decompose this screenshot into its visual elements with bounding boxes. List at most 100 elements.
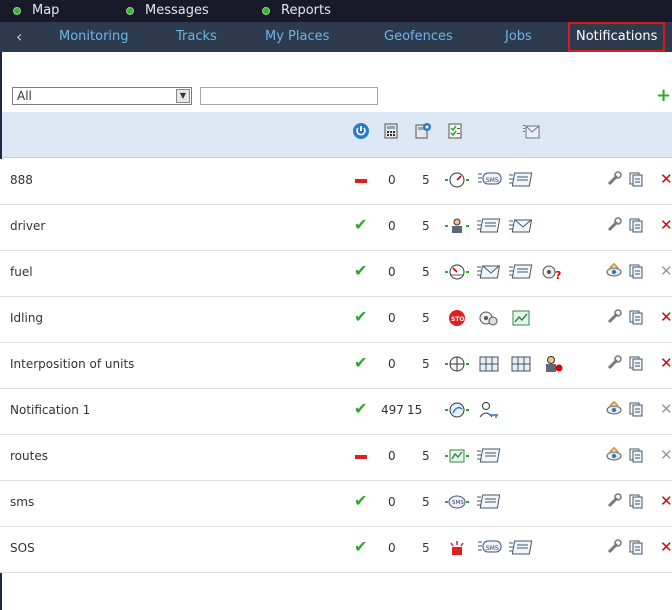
table-row[interactable]: driver ✔ 0 5 ✕	[0, 205, 672, 251]
enabled-check-icon[interactable]: ✔	[354, 537, 367, 556]
driver-icon	[540, 355, 566, 373]
notification-name[interactable]: driver	[10, 219, 45, 233]
trigger-driver-icon	[444, 217, 470, 235]
view-icon[interactable]	[606, 400, 622, 417]
table-row[interactable]: Notification 1 ✔ 497 15 ✕	[0, 389, 672, 435]
copy-icon[interactable]	[628, 263, 644, 279]
wrench-icon[interactable]	[606, 171, 622, 187]
table-row[interactable]: SOS ✔ 0 5 SMS ✕	[0, 527, 672, 573]
enabled-check-icon[interactable]: ✔	[354, 307, 367, 326]
max-count: 5	[422, 541, 430, 555]
trigger-count: 0	[388, 311, 396, 325]
trigger-count: 0	[388, 495, 396, 509]
notification-name[interactable]: Notification 1	[10, 403, 90, 417]
max-count: 5	[422, 219, 430, 233]
disabled-minus-icon[interactable]	[355, 179, 367, 183]
grid-icon	[508, 355, 534, 373]
table-row[interactable]: Interposition of units ✔ 0 5 ✕	[0, 343, 672, 389]
copy-icon[interactable]	[628, 493, 644, 509]
notification-name[interactable]: fuel	[10, 265, 33, 279]
wrench-icon[interactable]	[606, 355, 622, 371]
trigger-count: 0	[388, 265, 396, 279]
delete-icon[interactable]: ✕	[660, 170, 672, 188]
nav-map-label: Map	[32, 3, 60, 18]
tab-monitoring[interactable]: Monitoring	[59, 22, 129, 52]
wrench-icon[interactable]	[606, 309, 622, 325]
sms-icon: SMS	[476, 539, 502, 557]
max-count: 5	[422, 357, 430, 371]
grid-icon	[476, 355, 502, 373]
svg-text:SMS: SMS	[486, 177, 499, 184]
enabled-check-icon[interactable]: ✔	[354, 353, 367, 372]
notify-window-icon	[476, 217, 502, 235]
tab-my-places[interactable]: My Places	[265, 22, 329, 52]
tab-notifications[interactable]: Notifications	[568, 22, 666, 52]
notify-window-icon	[508, 539, 534, 557]
message-list-icon	[523, 125, 540, 139]
nav-reports-label: Reports	[281, 3, 331, 18]
enabled-check-icon[interactable]: ✔	[354, 215, 367, 234]
filter-select-value: All	[17, 89, 32, 103]
disabled-minus-icon[interactable]	[355, 455, 367, 459]
nav-map[interactable]: Map	[12, 0, 82, 22]
nav-reports[interactable]: Reports	[262, 0, 352, 22]
tab-jobs[interactable]: Jobs	[505, 22, 532, 52]
notification-name[interactable]: Interposition of units	[10, 357, 134, 371]
view-icon[interactable]	[606, 446, 622, 463]
enabled-check-icon[interactable]: ✔	[354, 261, 367, 280]
calculator-settings-icon	[415, 123, 431, 139]
chevron-down-icon[interactable]: ▼	[176, 89, 190, 103]
max-count: 5	[422, 311, 430, 325]
copy-icon[interactable]	[628, 401, 644, 417]
svg-text:SMS: SMS	[452, 500, 464, 506]
calculator-icon	[384, 123, 398, 139]
delete-icon[interactable]: ✕	[660, 216, 672, 234]
email-icon	[508, 217, 534, 235]
trigger-route-icon	[444, 447, 470, 465]
unknown-sensor-icon: ?	[540, 263, 566, 282]
wrench-icon[interactable]	[606, 217, 622, 233]
nav-messages-label: Messages	[145, 3, 209, 18]
copy-icon[interactable]	[628, 539, 644, 555]
notification-name[interactable]: sms	[10, 495, 34, 509]
delete-icon[interactable]: ✕	[660, 492, 672, 510]
trigger-count: 0	[388, 541, 396, 555]
copy-icon[interactable]	[628, 355, 644, 371]
delete-icon[interactable]: ✕	[660, 538, 672, 556]
filter-select[interactable]: All ▼	[12, 87, 192, 105]
trigger-sms-icon: SMS	[444, 493, 470, 511]
table-row[interactable]: 888 0 5 SMS ✕	[0, 159, 672, 205]
wrench-icon[interactable]	[606, 539, 622, 555]
enabled-check-icon[interactable]: ✔	[354, 491, 367, 510]
tab-tracks[interactable]: Tracks	[176, 22, 217, 52]
table-row[interactable]: fuel ✔ 0 5? ✕	[0, 251, 672, 297]
copy-icon[interactable]	[628, 309, 644, 325]
max-count: 5	[422, 173, 430, 187]
view-icon[interactable]	[606, 262, 622, 279]
wrench-icon[interactable]	[606, 493, 622, 509]
add-notification-icon[interactable]: +	[656, 86, 671, 106]
checklist-icon	[448, 123, 462, 139]
chevron-left-icon[interactable]: ‹	[16, 22, 30, 52]
table-row[interactable]: Idling ✔ 0 5 STOP ✕	[0, 297, 672, 343]
delete-icon[interactable]: ✕	[660, 308, 672, 326]
tab-geofences[interactable]: Geofences	[384, 22, 453, 52]
notification-name[interactable]: routes	[10, 449, 48, 463]
delete-disabled-icon: ✕	[660, 262, 672, 280]
notification-name[interactable]: SOS	[10, 541, 35, 555]
trigger-count: 0	[388, 357, 396, 371]
nav-messages[interactable]: Messages	[126, 0, 236, 22]
top-navigation: Map Messages Reports	[0, 0, 672, 22]
table-row[interactable]: sms ✔ 0 5 SMS ✕	[0, 481, 672, 527]
table-header	[0, 112, 672, 158]
copy-icon[interactable]	[628, 217, 644, 233]
chart-icon	[508, 309, 534, 327]
notification-name[interactable]: 888	[10, 173, 33, 187]
table-row[interactable]: routes 0 5 ✕	[0, 435, 672, 481]
search-input[interactable]	[200, 87, 378, 105]
copy-icon[interactable]	[628, 447, 644, 463]
copy-icon[interactable]	[628, 171, 644, 187]
notification-name[interactable]: Idling	[10, 311, 43, 325]
delete-icon[interactable]: ✕	[660, 354, 672, 372]
enabled-check-icon[interactable]: ✔	[354, 399, 367, 418]
